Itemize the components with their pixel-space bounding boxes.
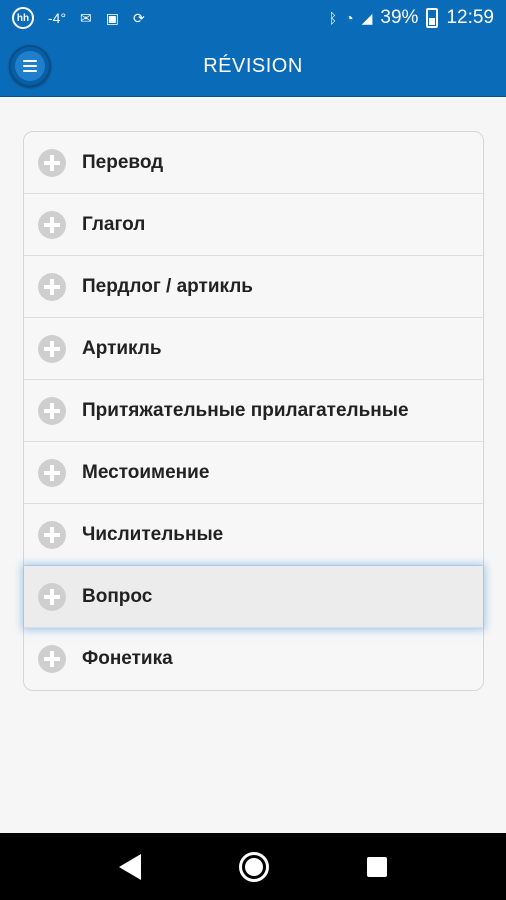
system-nav-bar (0, 833, 506, 900)
plus-icon (38, 396, 66, 425)
home-icon[interactable] (239, 851, 269, 882)
status-bar-left: hh -4° ✉ ▣ ⟳ (12, 7, 145, 29)
plus-icon (38, 458, 66, 487)
list-item-pronoun[interactable]: Местоимение (24, 442, 483, 504)
clock: 12:59 (446, 7, 494, 28)
list-item-translation[interactable]: Перевод (24, 132, 483, 194)
list-item-label: Фонетика (82, 648, 173, 669)
list-item-label: Местоимение (82, 461, 210, 483)
list-item-question[interactable]: Вопрос (24, 566, 483, 628)
list-item-numerals[interactable]: Числительные (24, 504, 483, 566)
plus-icon (38, 334, 66, 363)
signal-icon: ◢ (361, 9, 373, 26)
page-title: RÉVISION (203, 54, 303, 77)
recent-apps-icon[interactable] (367, 856, 387, 877)
image-icon: ▣ (105, 9, 120, 26)
sync-icon: ⟳ (133, 9, 145, 26)
plus-icon (38, 148, 66, 177)
list-item-label: Артикль (82, 337, 162, 359)
temperature-text: -4° (48, 10, 67, 26)
plus-icon (38, 272, 66, 301)
battery-icon (426, 8, 439, 28)
app-bar: RÉVISION (0, 36, 506, 97)
battery-percent: 39% (380, 7, 419, 28)
list-item-label: Глагол (82, 213, 146, 235)
list-item-possessive-adjectives[interactable]: Притяжательные прилагательные (24, 380, 483, 442)
list-item-article[interactable]: Артикль (24, 318, 483, 380)
plus-icon (38, 582, 66, 611)
revision-list: Перевод Глагол Пердлог / артикль Артикль… (23, 131, 484, 691)
list-item-label: Перевод (82, 151, 164, 173)
status-bar: hh -4° ✉ ▣ ⟳ ᛒ ◔ ◢ 39% 12:59 (0, 0, 506, 36)
list-item-label: Вопрос (82, 585, 153, 607)
list-item-phonetics[interactable]: Фонетика (24, 628, 483, 690)
status-bar-right: ᛒ ◔ ◢ 39% 12:59 (329, 7, 494, 29)
hamburger-menu-icon (15, 51, 45, 81)
plus-icon (38, 520, 66, 549)
plus-icon (38, 645, 66, 673)
menu-button[interactable] (9, 45, 51, 87)
list-item-label: Пердлог / артикль (82, 275, 253, 297)
list-item-verb[interactable]: Глагол (24, 194, 483, 256)
plus-icon (38, 210, 66, 239)
wifi-icon: ◔ (345, 10, 354, 26)
hh-app-icon: hh (12, 7, 34, 29)
back-icon[interactable] (119, 853, 141, 880)
list-item-label: Притяжательные прилагательные (82, 399, 409, 421)
list-item-preposition-article[interactable]: Пердлог / артикль (24, 256, 483, 318)
bluetooth-icon: ᛒ (328, 10, 338, 26)
list-item-label: Числительные (82, 523, 224, 545)
mail-icon: ✉ (80, 9, 92, 26)
